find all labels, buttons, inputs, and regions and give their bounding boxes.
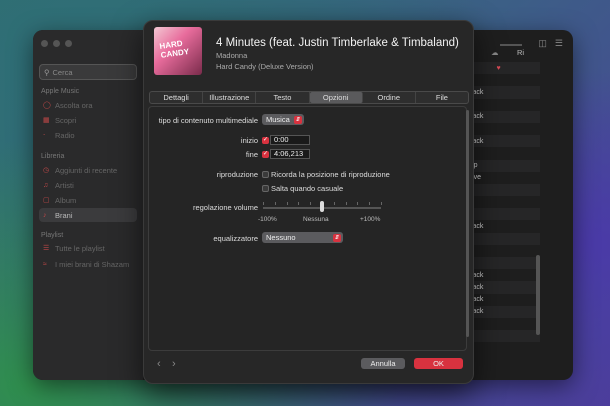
end-time-field[interactable]: 4:06,213 bbox=[270, 149, 310, 159]
sidebar-item-label: Radio bbox=[55, 130, 75, 140]
volume-tick bbox=[298, 202, 300, 205]
cancel-button[interactable]: Annulla bbox=[361, 358, 405, 369]
sidebar-item-label: Scopri bbox=[55, 115, 77, 125]
grid-icon: ▦ bbox=[43, 117, 50, 124]
media-type-label: tipo di contenuto multimediale bbox=[158, 116, 258, 125]
skip-shuffle-label: Salta quando casuale bbox=[271, 184, 344, 193]
end-label: fine bbox=[245, 150, 258, 159]
shazam-icon: ≈ bbox=[43, 260, 47, 268]
volume-tick bbox=[263, 202, 264, 205]
ok-button[interactable]: OK bbox=[414, 358, 463, 369]
start-label: inizio bbox=[240, 136, 258, 145]
tab-dettagli[interactable]: Dettagli bbox=[150, 92, 204, 103]
section-playlist: Playlist bbox=[41, 232, 64, 239]
sidebar-item-album[interactable]: ▢ Album bbox=[39, 193, 137, 207]
start-checkbox[interactable]: ✓ bbox=[262, 137, 269, 144]
clock-icon: ◷ bbox=[43, 167, 50, 174]
volume-tick bbox=[286, 202, 288, 205]
artwork-text: HARD CANDY bbox=[158, 38, 190, 60]
volume-slider-knob[interactable] bbox=[320, 201, 324, 212]
list-icon: ☰ bbox=[43, 245, 50, 252]
equalizer-popup[interactable]: Nessuno ⇵ bbox=[262, 232, 343, 243]
sidebar-item-label: Tutte le playlist bbox=[55, 243, 105, 253]
sidebar-item-label: Aggiunti di recente bbox=[55, 165, 118, 175]
play-circle-icon: ◯ bbox=[43, 102, 51, 109]
sidebar-item-artisti[interactable]: ♫ Artisti bbox=[39, 178, 137, 192]
heart-icon[interactable]: ♥ bbox=[496, 65, 500, 72]
tab-ordine[interactable]: Ordine bbox=[363, 92, 416, 103]
songs-scrollbar[interactable] bbox=[536, 255, 540, 335]
tab-opzioni[interactable]: Opzioni bbox=[309, 92, 363, 103]
tab-testo[interactable]: Testo bbox=[256, 92, 310, 103]
previous-song-icon[interactable]: ‹ bbox=[157, 358, 161, 370]
column-rating[interactable]: Ri bbox=[517, 48, 524, 57]
sidebar-item-label: Brani bbox=[55, 210, 73, 220]
sidebar-item-label: I miei brani di Shazam bbox=[55, 259, 130, 269]
media-type-value: Musica bbox=[266, 115, 290, 124]
equalizer-value: Nessuno bbox=[266, 233, 296, 242]
sidebar-item-shazam[interactable]: ≈ I miei brani di Shazam bbox=[39, 257, 137, 271]
remember-position-label: Ricorda la posizione di riproduzione bbox=[271, 170, 390, 179]
next-song-icon[interactable]: › bbox=[172, 358, 176, 370]
volume-min-label: -100% bbox=[258, 216, 277, 223]
volume-label: regolazione volume bbox=[192, 203, 258, 212]
playback-label: riproduzione bbox=[216, 170, 258, 179]
tab-illustrazione[interactable]: Illustrazione bbox=[203, 92, 257, 103]
sidebar: ⚲ Cerca Apple Music ◯ Ascolta ora ▦ Scop… bbox=[33, 30, 143, 380]
queue-icon[interactable]: ☰ bbox=[555, 38, 563, 49]
tab-file[interactable]: File bbox=[416, 92, 468, 103]
radio-icon: ⋅ bbox=[43, 132, 46, 139]
volume-tick bbox=[357, 202, 359, 205]
sidebar-item-scopri[interactable]: ▦ Scopri bbox=[39, 113, 137, 127]
volume-tick bbox=[333, 202, 335, 205]
sidebar-item-label: Ascolta ora bbox=[55, 100, 93, 110]
search-icon: ⚲ bbox=[44, 67, 50, 77]
lyrics-icon[interactable]: ◫ bbox=[538, 38, 547, 49]
mic-icon: ♫ bbox=[43, 181, 49, 189]
toolbar-icons: ◫ ☰ bbox=[538, 38, 563, 49]
volume-mid-label: Nessuna bbox=[303, 216, 329, 223]
remember-position-checkbox[interactable] bbox=[262, 171, 269, 178]
minimize-window-button[interactable] bbox=[53, 40, 60, 47]
song-title: 4 Minutes (feat. Justin Timberlake & Tim… bbox=[216, 37, 459, 49]
cloud-icon: ☁ bbox=[491, 48, 499, 57]
volume-max-label: +100% bbox=[360, 216, 381, 223]
tab-bar: Dettagli Illustrazione Testo Opzioni Ord… bbox=[149, 91, 469, 104]
song-artist: Madonna bbox=[216, 51, 248, 60]
volume-tick bbox=[369, 202, 371, 205]
start-time-field[interactable]: 0:00 bbox=[270, 135, 310, 145]
volume-tick bbox=[381, 202, 382, 205]
skip-shuffle-checkbox[interactable] bbox=[262, 185, 269, 192]
volume-tick bbox=[274, 202, 276, 205]
volume-tick bbox=[345, 202, 347, 205]
sidebar-item-ascolta-ora[interactable]: ◯ Ascolta ora bbox=[39, 98, 137, 112]
album-artwork: HARD CANDY bbox=[154, 27, 202, 75]
search-placeholder: Cerca bbox=[52, 67, 73, 77]
chevron-updown-icon: ⇵ bbox=[294, 115, 302, 124]
chevron-updown-icon: ⇵ bbox=[333, 233, 341, 242]
search-input[interactable]: ⚲ Cerca bbox=[39, 64, 137, 80]
equalizer-label: equalizzatore bbox=[213, 234, 258, 243]
sidebar-item-label: Artisti bbox=[55, 180, 74, 190]
close-window-button[interactable] bbox=[41, 40, 48, 47]
sidebar-item-tutte-playlist[interactable]: ☰ Tutte le playlist bbox=[39, 241, 137, 255]
sidebar-item-label: Album bbox=[55, 195, 77, 205]
sidebar-item-radio[interactable]: ⋅ Radio bbox=[39, 128, 137, 142]
section-libreria: Libreria bbox=[41, 153, 65, 160]
zoom-window-button[interactable] bbox=[65, 40, 72, 47]
volume-slider[interactable] bbox=[500, 44, 522, 46]
song-album: Hard Candy (Deluxe Version) bbox=[216, 62, 314, 71]
music-note-icon: ♪ bbox=[43, 211, 47, 219]
window-controls bbox=[41, 40, 72, 47]
album-icon: ▢ bbox=[43, 197, 50, 204]
section-apple-music: Apple Music bbox=[41, 88, 80, 95]
sidebar-item-aggiunti[interactable]: ◷ Aggiunti di recente bbox=[39, 163, 137, 177]
media-type-popup[interactable]: Musica ⇵ bbox=[262, 114, 304, 125]
sidebar-item-brani[interactable]: ♪ Brani bbox=[39, 208, 137, 222]
dialog-scrollbar[interactable] bbox=[466, 110, 469, 337]
volume-tick bbox=[310, 202, 312, 205]
end-checkbox[interactable]: ✓ bbox=[262, 151, 269, 158]
song-info-dialog: HARD CANDY 4 Minutes (feat. Justin Timbe… bbox=[143, 20, 474, 384]
